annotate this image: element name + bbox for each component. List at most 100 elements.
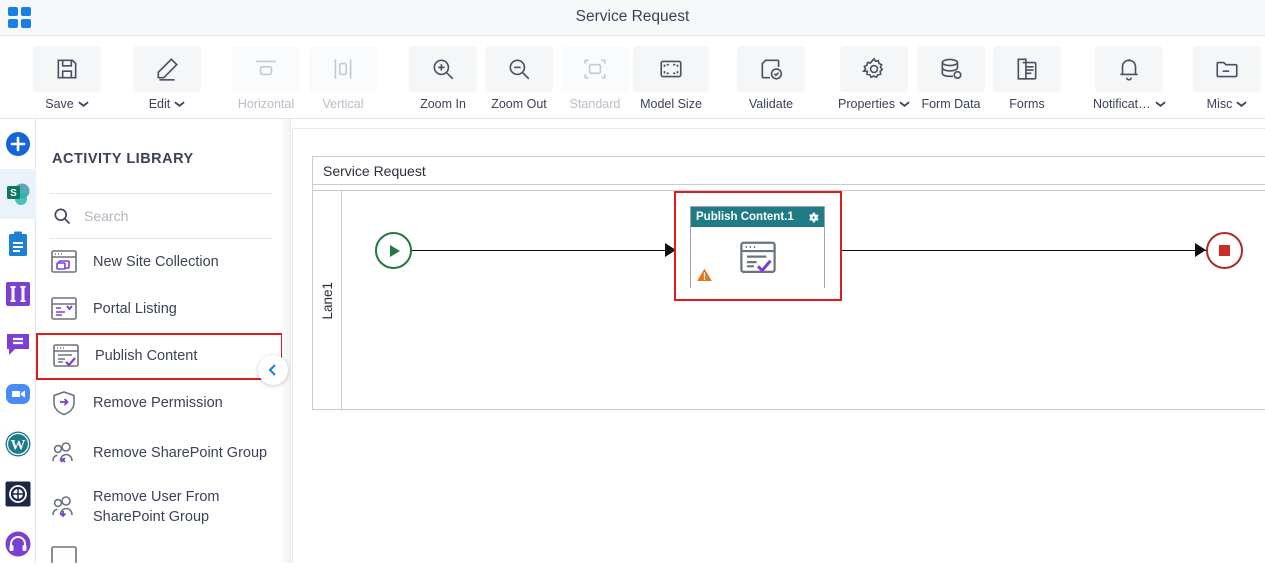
model-size-button[interactable]: Model Size (633, 46, 709, 111)
activity-item-remove-sharepoint-group[interactable]: Remove SharePoint Group (36, 427, 286, 481)
save-button[interactable]: Save (33, 46, 101, 111)
notifications-label: Notificat… (1093, 97, 1151, 111)
activity-list: New Site Collection Portal Listing Publi… (36, 239, 286, 563)
chat-icon (7, 334, 29, 355)
activity-item-remove-permission[interactable]: Remove Permission (36, 380, 286, 427)
save-label: Save (45, 97, 74, 111)
chevron-down-icon (1155, 97, 1166, 111)
publish-content-icon (739, 241, 776, 273)
lane-label-column: Lane1 (313, 191, 342, 411)
portal-listing-icon (50, 296, 80, 324)
properties-label: Properties (838, 97, 895, 111)
activity-label: New Site Collection (93, 253, 219, 270)
rail-item-wordpress[interactable]: W (0, 419, 36, 469)
chevron-down-icon (78, 97, 89, 111)
vertical-button[interactable]: Vertical (309, 46, 377, 111)
new-site-collection-icon (50, 249, 80, 277)
zoom-in-icon (409, 46, 477, 92)
activity-node-body (691, 227, 824, 288)
forms-label: Forms (1009, 97, 1045, 111)
activity-label: Remove User From SharePoint Group (93, 489, 220, 525)
horizontal-button[interactable]: Horizontal (232, 46, 300, 111)
chevron-down-icon (174, 97, 185, 111)
activity-item-partial[interactable] (36, 535, 286, 563)
clipboard-icon (9, 231, 27, 256)
save-icon (33, 46, 101, 92)
title-bar: Service Request (0, 0, 1265, 36)
model-size-label: Model Size (640, 97, 702, 111)
zoom-out-label: Zoom Out (491, 97, 547, 111)
activity-library-panel: ACTIVITY LIBRARY New Site Collection (36, 119, 291, 563)
arrow-head-icon (1195, 243, 1206, 257)
workflow-canvas[interactable]: Service Request Lane1 Publish Content.1 (292, 128, 1265, 563)
vertical-label: Vertical (322, 97, 364, 111)
rail-item-headset[interactable] (0, 519, 36, 569)
bell-icon (1095, 46, 1164, 92)
start-event[interactable] (375, 232, 412, 269)
model-size-icon (633, 46, 709, 92)
end-event[interactable] (1206, 232, 1243, 269)
rail-item-clipboard[interactable] (0, 219, 36, 269)
validate-button[interactable]: Validate (737, 46, 805, 111)
remove-user-from-group-icon (50, 494, 80, 522)
partial-activity-icon (50, 545, 80, 563)
activity-node-title: Publish Content.1 (696, 211, 794, 223)
wordpress-icon: W (5, 431, 31, 457)
activity-label: Remove Permission (93, 394, 223, 411)
standard-label: Standard (569, 97, 621, 111)
rail-item-chat[interactable] (0, 319, 36, 369)
remove-permission-icon (50, 390, 80, 418)
zoom-in-button[interactable]: Zoom In (409, 46, 477, 111)
zoom-in-label: Zoom In (420, 97, 466, 111)
horizontal-align-icon (232, 46, 300, 92)
edit-label: Edit (148, 97, 171, 111)
edit-button[interactable]: Edit (133, 46, 201, 111)
validate-icon (737, 46, 805, 92)
misc-label: Misc (1206, 97, 1233, 111)
activity-node-header: Publish Content.1 (691, 207, 824, 227)
properties-button[interactable]: Properties (838, 46, 910, 111)
rail-item-video[interactable] (0, 369, 36, 419)
activity-item-portal-listing[interactable]: Portal Listing (36, 286, 286, 333)
activity-item-publish-content[interactable]: Publish Content (36, 333, 283, 380)
lane-label: Lane1 (319, 282, 335, 320)
activity-label: Publish Content (95, 347, 198, 364)
app-rail: S W (0, 119, 36, 563)
validate-label: Validate (748, 97, 794, 111)
rail-item-columns[interactable] (0, 269, 36, 319)
chevron-down-icon (1236, 97, 1247, 111)
standard-button[interactable]: Standard (561, 46, 629, 111)
svg-text:S: S (10, 188, 17, 199)
panel-scrollbar[interactable] (282, 119, 290, 563)
zoom-out-icon (485, 46, 553, 92)
chevron-left-icon (268, 364, 276, 376)
search-input[interactable] (84, 208, 254, 224)
flow-connector-start-to-activity (412, 250, 673, 251)
collapse-panel-button[interactable] (258, 355, 288, 385)
activity-node-publish-content[interactable]: Publish Content.1 (674, 191, 842, 301)
forms-button[interactable]: Forms (993, 46, 1061, 111)
misc-button[interactable]: Misc (1193, 46, 1261, 111)
globe-icon (5, 481, 31, 507)
toolbar: Save Edit Horizontal Vertical Zoom In Zo… (0, 36, 1265, 119)
activity-label: Remove SharePoint Group (93, 445, 268, 462)
activity-item-new-site-collection[interactable]: New Site Collection (36, 239, 286, 286)
rail-item-globe[interactable] (0, 469, 36, 519)
zoom-out-button[interactable]: Zoom Out (485, 46, 553, 111)
notifications-button[interactable]: Notificat… (1093, 46, 1166, 111)
play-icon (390, 244, 400, 257)
add-icon (6, 132, 30, 156)
rail-item-sharepoint[interactable]: S (0, 169, 36, 219)
activity-node-inner: Publish Content.1 (690, 206, 825, 288)
form-data-label: Form Data (921, 97, 981, 111)
pool-title: Service Request (323, 162, 426, 179)
rail-item-add[interactable] (0, 119, 36, 169)
pool-header: Service Request (313, 157, 1265, 185)
horizontal-label: Horizontal (237, 97, 295, 111)
gear-icon[interactable] (807, 211, 820, 224)
activity-item-remove-user-from-sharepoint-group[interactable]: Remove User From SharePoint Group (36, 481, 286, 535)
form-data-button[interactable]: Form Data (917, 46, 985, 111)
columns-icon (6, 282, 30, 306)
edit-pencil-icon (133, 46, 201, 92)
remove-sharepoint-group-icon (50, 440, 80, 468)
